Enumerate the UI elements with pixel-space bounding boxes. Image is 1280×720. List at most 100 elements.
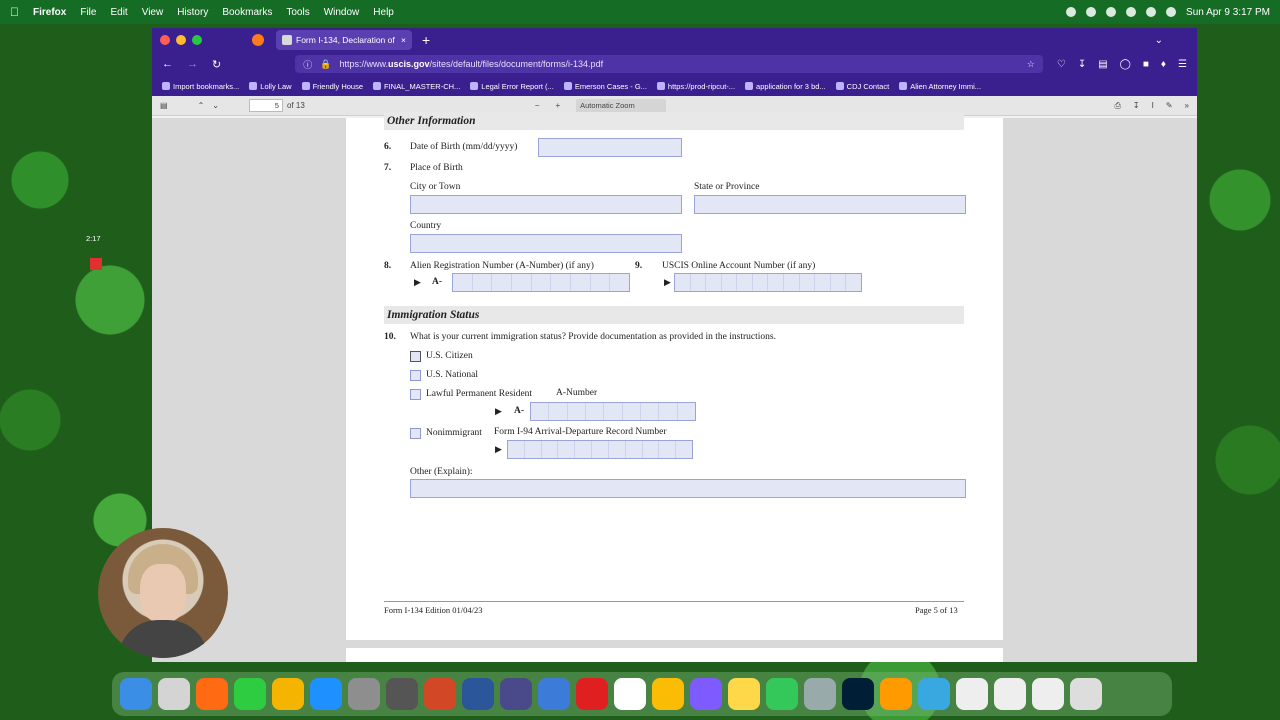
zoom-window-button[interactable] [192,35,202,45]
screenshot-icon[interactable] [386,678,418,710]
document-thumbnail-icon[interactable] [956,678,988,710]
zoom-select[interactable]: Automatic Zoom [576,98,667,113]
list-tabs-icon[interactable]: ⌄ [1155,35,1163,46]
folder-icon[interactable] [918,678,950,710]
menu-view[interactable]: View [142,7,164,18]
status-icon[interactable] [1106,7,1117,17]
wifi-icon[interactable] [1126,7,1137,17]
search-icon[interactable] [1146,7,1157,17]
nonimmigrant-checkbox[interactable] [410,428,421,439]
page-number-input[interactable]: 5 [248,99,283,112]
menu-tools[interactable]: Tools [286,7,309,18]
print-icon[interactable]: ⎙ [1115,101,1121,111]
messages-icon[interactable] [766,678,798,710]
powerpoint-icon[interactable] [424,678,456,710]
extension-icon[interactable]: ■ [1143,59,1149,70]
city-input[interactable] [410,195,682,214]
a-number-input[interactable] [452,273,630,292]
pocket-icon[interactable]: ♡ [1057,59,1066,70]
trash-icon[interactable] [1070,678,1102,710]
dob-input[interactable] [538,138,682,157]
menu-icon[interactable]: ☰ [1178,59,1187,70]
sidebar-toggle-icon[interactable]: ▤ [160,101,168,110]
menu-history[interactable]: History [177,7,208,18]
photos-icon[interactable] [272,678,304,710]
firefox-view-icon[interactable] [252,34,264,46]
chrome-icon[interactable] [652,678,684,710]
other-explain-input[interactable] [410,479,966,498]
document-thumbnail-icon[interactable] [1032,678,1064,710]
text-tool-icon[interactable]: I [1152,101,1154,111]
bookmark-item[interactable]: Import bookmarks... [162,82,239,91]
document-thumbnail-icon[interactable] [994,678,1026,710]
menubar-clock[interactable]: Sun Apr 9 3:17 PM [1186,7,1270,18]
preview-icon[interactable] [804,678,836,710]
draw-icon[interactable]: ✎ [1166,101,1173,111]
reload-icon[interactable]: ↻ [212,58,221,71]
firefox-icon[interactable] [196,678,228,710]
uscis-account-input[interactable] [674,273,862,292]
more-tools-icon[interactable]: » [1185,101,1189,111]
safari-icon[interactable] [538,678,570,710]
bookmark-item[interactable]: Friendly House [301,82,363,91]
status-icon[interactable] [1086,7,1097,17]
launchpad-icon[interactable] [158,678,190,710]
menu-edit[interactable]: Edit [110,7,127,18]
menu-file[interactable]: File [80,7,96,18]
slack-icon[interactable] [614,678,646,710]
site-info-icon[interactable]: ⓘ [303,58,312,71]
save-icon[interactable]: ↧ [1133,101,1140,111]
bookmark-item[interactable]: Emerson Cases - G... [563,82,647,91]
app-store-icon[interactable] [310,678,342,710]
menu-app-name[interactable]: Firefox [33,7,66,18]
menu-help[interactable]: Help [373,7,394,18]
bookmark-item[interactable]: Alien Attorney Immi... [899,82,981,91]
country-input[interactable] [410,234,682,253]
finder-icon[interactable] [120,678,152,710]
facetime-icon[interactable] [234,678,266,710]
word-icon[interactable] [462,678,494,710]
next-page-icon[interactable]: ⌄ [212,101,219,110]
back-icon[interactable]: ← [162,58,173,70]
apple-icon[interactable]:  [10,5,19,19]
new-tab-button[interactable]: + [422,32,430,48]
stop-recording-button[interactable] [90,258,102,270]
zoom-in-icon[interactable]: + [555,101,560,110]
bookmark-item[interactable]: Lolly Law [249,82,292,91]
messenger-icon[interactable] [690,678,722,710]
us-national-checkbox[interactable] [410,370,421,381]
notes-icon[interactable] [728,678,760,710]
sublime-icon[interactable] [880,678,912,710]
bookmark-star-icon[interactable]: ☆ [1027,59,1035,70]
bookmark-item[interactable]: Legal Error Report (... [470,82,554,91]
tab-form-i134[interactable]: Form I-134, Declaration of Fin... × [276,30,412,50]
lpr-checkbox[interactable] [410,389,421,400]
status-icon[interactable] [1066,7,1077,17]
acrobat-icon[interactable] [576,678,608,710]
control-center-icon[interactable] [1166,7,1177,17]
close-tab-icon[interactable]: × [401,35,406,45]
zoom-out-icon[interactable]: − [535,101,540,110]
extensions-icon[interactable]: ♦ [1161,59,1166,70]
bookmark-item[interactable]: application for 3 bd... [745,82,826,91]
previous-page-icon[interactable]: ⌃ [198,101,205,110]
bookmark-item[interactable]: CDJ Contact [835,82,889,91]
davinci-icon[interactable] [500,678,532,710]
menu-window[interactable]: Window [324,7,360,18]
us-citizen-checkbox[interactable] [410,351,421,362]
state-input[interactable] [694,195,966,214]
account-icon[interactable]: ◯ [1120,59,1131,70]
close-window-button[interactable] [160,35,170,45]
bookmark-item[interactable]: FINAL_MASTER-CH... [373,82,460,91]
forward-icon[interactable]: → [187,58,198,70]
minimize-window-button[interactable] [176,35,186,45]
lpr-a-number-input[interactable] [530,402,696,421]
menu-bookmarks[interactable]: Bookmarks [222,7,272,18]
photoshop-icon[interactable] [842,678,874,710]
bookmark-item[interactable]: https://prod-ripcut-... [656,82,735,91]
i94-input[interactable] [507,440,693,459]
url-bar[interactable]: ⓘ 🔒 https://www.uscis.gov/sites/default/… [295,55,1043,73]
downloads-icon[interactable]: ↧ [1078,59,1086,70]
sidebar-icon[interactable]: ▤ [1098,59,1107,70]
system-settings-icon[interactable] [348,678,380,710]
